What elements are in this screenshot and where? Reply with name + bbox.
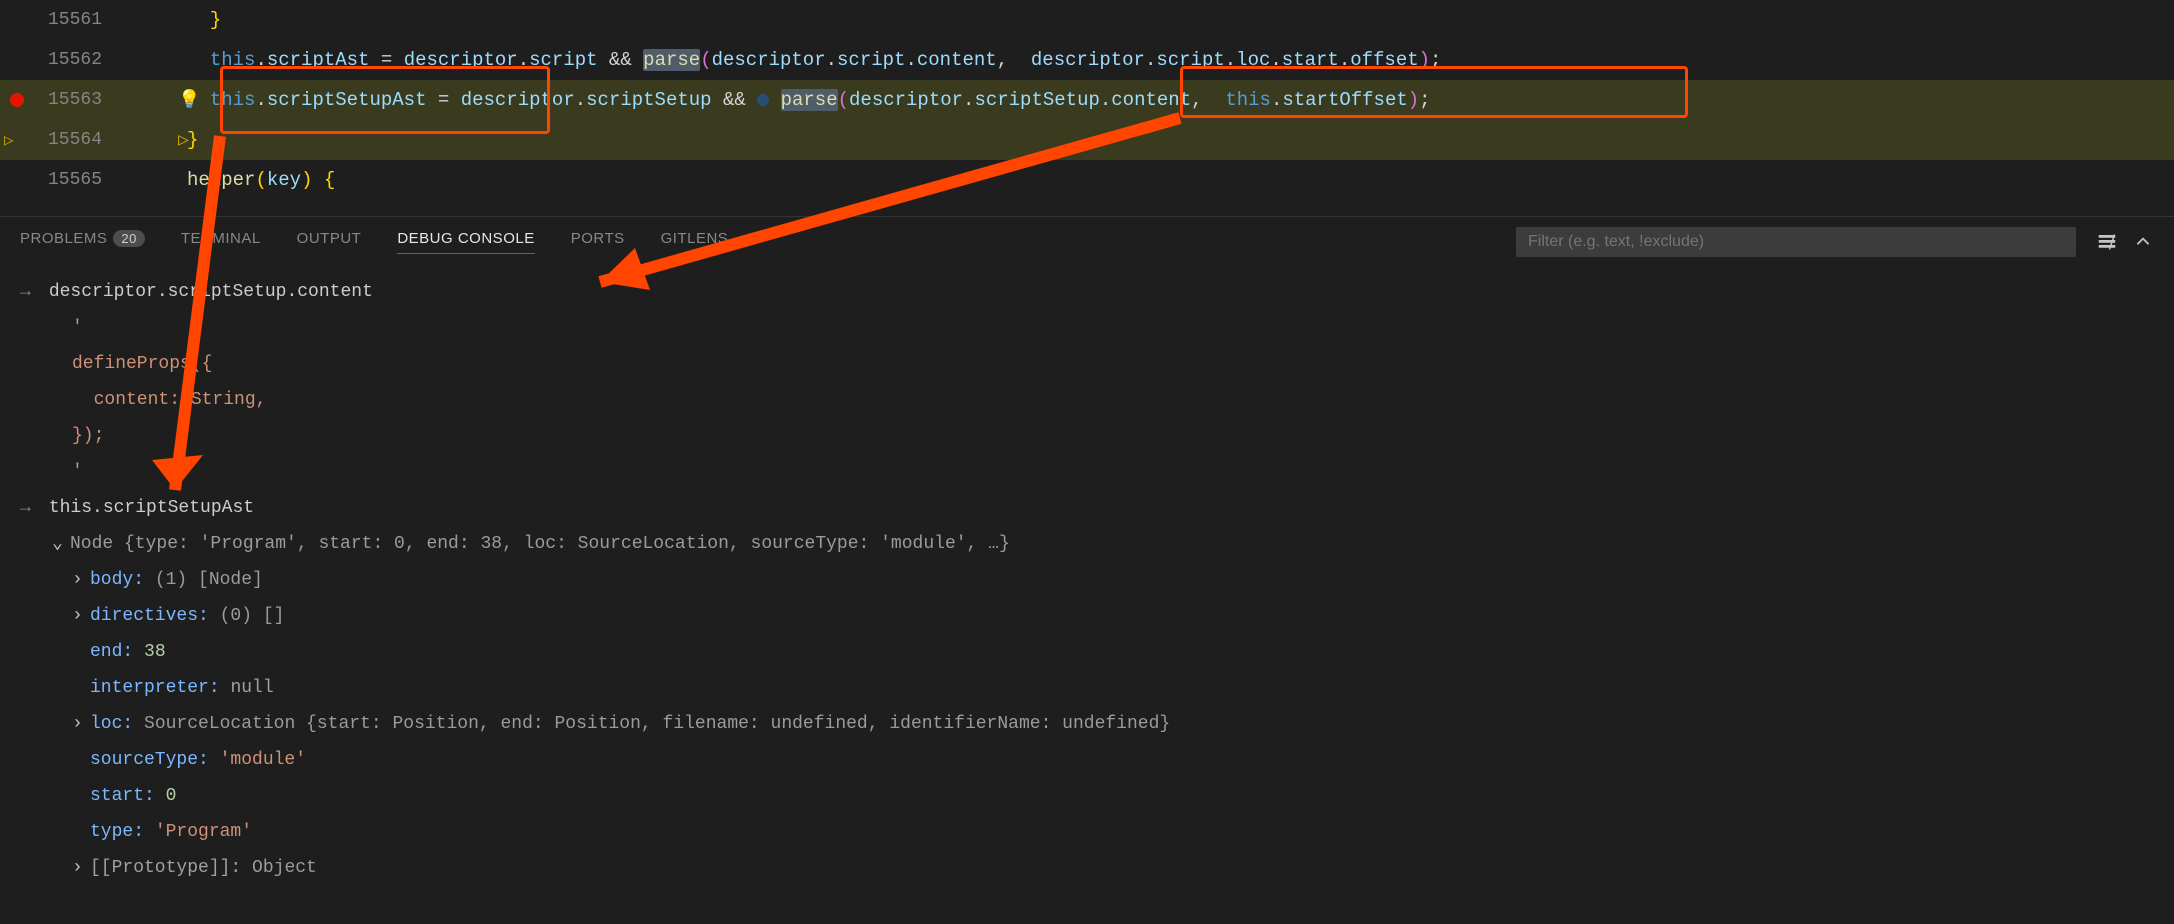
- editor-area: 15561 } 15562 this.scriptAst = descripto…: [0, 0, 2174, 216]
- chevron-up-icon[interactable]: [2132, 231, 2154, 253]
- object-property-row[interactable]: ›directives: (0) []: [20, 598, 2154, 634]
- problems-badge: 20: [113, 230, 144, 247]
- lightbulb-icon[interactable]: 💡: [178, 89, 200, 111]
- object-property-row: type: 'Program': [20, 814, 2154, 850]
- object-property-row: start: 0: [20, 778, 2154, 814]
- gutter-line-number[interactable]: 15565: [0, 170, 130, 190]
- code-content[interactable]: this.scriptSetupAst = descriptor.scriptS…: [130, 89, 2174, 111]
- gutter-line-number[interactable]: 15561: [0, 10, 130, 30]
- object-property-row: interpreter: null: [20, 670, 2154, 706]
- object-property-row[interactable]: ›loc: SourceLocation {start: Position, e…: [20, 706, 2154, 742]
- tab-ports[interactable]: PORTS: [571, 230, 625, 253]
- panel-tabs: PROBLEMS20 TERMINAL OUTPUT DEBUG CONSOLE…: [0, 216, 2174, 266]
- console-output: ': [20, 454, 2154, 490]
- chevron-right-icon[interactable]: ›: [72, 850, 90, 886]
- object-property-row: sourceType: 'module': [20, 742, 2154, 778]
- filter-input[interactable]: [1516, 227, 2076, 257]
- console-output: defineProps({: [20, 346, 2154, 382]
- tab-debug-console[interactable]: DEBUG CONSOLE: [397, 230, 534, 254]
- tab-gitlens[interactable]: GITLENS: [661, 230, 729, 253]
- code-line[interactable]: ▷15564 ▷ }: [0, 120, 2174, 160]
- execution-marker-icon: ▷: [178, 129, 189, 151]
- console-input-echo: descriptor.scriptSetup.content: [20, 274, 2154, 310]
- gutter-line-number[interactable]: ▷15564: [0, 130, 130, 150]
- tab-problems[interactable]: PROBLEMS20: [20, 230, 145, 253]
- tab-output[interactable]: OUTPUT: [297, 230, 362, 253]
- gutter-line-number[interactable]: 15563: [0, 90, 130, 110]
- console-output: });: [20, 418, 2154, 454]
- chevron-right-icon[interactable]: ›: [72, 562, 90, 598]
- tab-terminal[interactable]: TERMINAL: [181, 230, 261, 253]
- console-input-echo: this.scriptSetupAst: [20, 490, 2154, 526]
- object-property-row[interactable]: ›[[Prototype]]: Object: [20, 850, 2154, 886]
- object-property-row: end: 38: [20, 634, 2154, 670]
- frame-marker-icon: ▷: [4, 130, 14, 150]
- chevron-right-icon[interactable]: ›: [72, 706, 90, 742]
- chevron-right-icon[interactable]: ›: [72, 598, 90, 634]
- code-content[interactable]: }: [130, 9, 2174, 31]
- code-line[interactable]: 15561 }: [0, 0, 2174, 40]
- gutter-line-number[interactable]: 15562: [0, 50, 130, 70]
- code-content[interactable]: helper(key) {: [130, 169, 2174, 191]
- code-line[interactable]: 15562 this.scriptAst = descriptor.script…: [0, 40, 2174, 80]
- breakpoint-icon[interactable]: [10, 93, 24, 107]
- object-preview-row[interactable]: ⌄Node {type: 'Program', start: 0, end: 3…: [20, 526, 2154, 562]
- object-property-row[interactable]: ›body: (1) [Node]: [20, 562, 2154, 598]
- console-output: content: String,: [20, 382, 2154, 418]
- console-output: ': [20, 310, 2154, 346]
- code-content[interactable]: this.scriptAst = descriptor.script && pa…: [130, 49, 2174, 71]
- code-line[interactable]: 15565 helper(key) {: [0, 160, 2174, 200]
- bottom-panel: PROBLEMS20 TERMINAL OUTPUT DEBUG CONSOLE…: [0, 216, 2174, 924]
- chevron-down-icon[interactable]: ⌄: [52, 526, 70, 562]
- debug-console[interactable]: descriptor.scriptSetup.content ' defineP…: [0, 266, 2174, 894]
- code-content[interactable]: }: [130, 129, 2174, 151]
- clear-console-icon[interactable]: [2096, 231, 2118, 253]
- code-line-current[interactable]: 15563 💡 this.scriptSetupAst = descriptor…: [0, 80, 2174, 120]
